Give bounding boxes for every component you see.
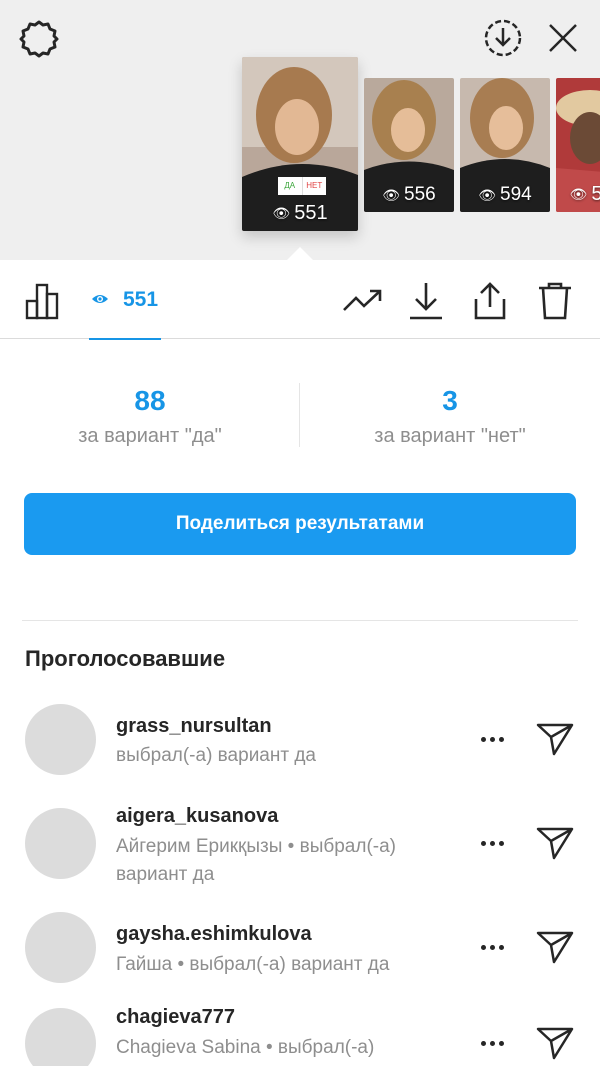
eye-icon: 👁 — [382, 186, 401, 203]
story-thumbnail[interactable]: 👁 594 — [460, 78, 550, 212]
poll-sticker: ДА НЕТ — [278, 177, 326, 195]
story-thumbnail[interactable]: 👁 556 — [364, 78, 454, 212]
avatar[interactable] — [25, 808, 96, 879]
story-toolbar: 551 — [0, 261, 600, 340]
share-icon[interactable] — [468, 279, 512, 323]
eye-icon: 👁 — [478, 186, 497, 203]
voter-subtitle: Chagieva Sabina • выбрал(-а) — [116, 1037, 375, 1058]
no-count: 3 — [442, 385, 458, 416]
avatar[interactable] — [25, 704, 96, 775]
results-divider — [299, 383, 300, 447]
story-views: 👁 594 — [460, 184, 550, 206]
send-message-icon[interactable] — [534, 822, 576, 864]
sticker-no: НЕТ — [301, 177, 326, 195]
voter-subtitle: Гайша • выбрал(-а) вариант да — [116, 954, 390, 975]
views-count: 551 — [123, 288, 159, 311]
voter-username[interactable]: gaysha.eshimkulova — [116, 923, 312, 946]
send-message-icon[interactable] — [534, 1022, 576, 1064]
story-views-count: 551 — [294, 202, 328, 224]
eye-icon: 👁 — [569, 186, 588, 202]
story-views: 👁 5 — [556, 183, 600, 206]
trash-icon[interactable] — [533, 279, 577, 323]
eye-icon — [91, 288, 109, 312]
trend-arrow-icon[interactable] — [341, 279, 385, 323]
story-views: 👁 551 — [242, 202, 358, 225]
voters-title: Проголосовавшие — [25, 646, 226, 671]
story-views: 👁 556 — [364, 184, 454, 206]
story-views-count: 5 — [591, 183, 600, 205]
share-results-button[interactable]: Поделиться результатами — [24, 493, 576, 555]
voter-username[interactable]: aigera_kusanova — [116, 805, 278, 828]
no-result: 3 за вариант "нет" — [300, 380, 600, 450]
send-message-icon[interactable] — [534, 926, 576, 968]
more-options-icon[interactable] — [472, 828, 512, 858]
story-strip: ДА НЕТ 👁 551 👁 556 👁 594 👁 5 — [0, 0, 600, 261]
avatar[interactable] — [25, 1008, 96, 1066]
settings-gear-icon[interactable] — [16, 16, 62, 62]
download-icon[interactable] — [404, 279, 448, 323]
download-circle-icon[interactable] — [480, 15, 526, 61]
yes-result: 88 за вариант "да" — [0, 380, 300, 450]
tab-underline — [89, 338, 161, 340]
close-icon[interactable] — [540, 15, 586, 61]
more-options-icon[interactable] — [472, 932, 512, 962]
selection-pointer — [286, 247, 314, 261]
story-thumbnail[interactable]: 👁 5 — [556, 78, 600, 212]
send-message-icon[interactable] — [534, 718, 576, 760]
more-options-icon[interactable] — [472, 724, 512, 754]
poll-results: 88 за вариант "да" 3 за вариант "нет" — [0, 380, 600, 450]
voter-username[interactable]: chagieva777 — [116, 1006, 235, 1029]
story-views-count: 594 — [500, 184, 532, 205]
story-thumbnail[interactable]: ДА НЕТ 👁 551 — [242, 57, 358, 231]
sticker-yes: ДА — [278, 177, 302, 195]
views-tab[interactable]: 551 — [89, 261, 161, 340]
no-label: за вариант "нет" — [374, 425, 526, 447]
more-options-icon[interactable] — [472, 1028, 512, 1058]
yes-label: за вариант "да" — [78, 425, 222, 447]
story-views-count: 556 — [404, 184, 436, 205]
yes-count: 88 — [134, 385, 166, 416]
voter-username[interactable]: grass_nursultan — [116, 715, 272, 738]
avatar[interactable] — [25, 912, 96, 983]
stats-chart-icon[interactable] — [22, 279, 66, 323]
section-divider — [22, 620, 578, 621]
voter-subtitle: выбрал(-а) вариант да — [116, 745, 317, 766]
voter-subtitle: Айгерим Ерикқызы • выбрал(-а) вариант да — [116, 836, 396, 885]
eye-icon: 👁 — [272, 205, 291, 221]
